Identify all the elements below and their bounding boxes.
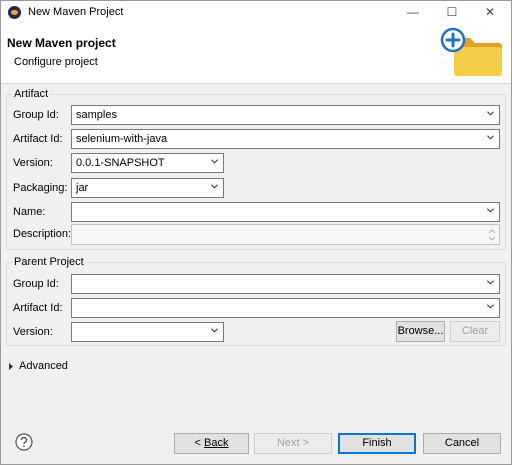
parent-version-combo[interactable] — [71, 322, 224, 342]
packaging-combo[interactable]: jar — [71, 178, 224, 198]
packaging-label: Packaging: — [13, 182, 68, 194]
expand-arrow-icon[interactable] — [8, 362, 14, 371]
scroll-arrows-icon — [488, 229, 496, 241]
version-value: 0.0.1-SNAPSHOT — [76, 157, 165, 169]
back-button[interactable]: < Back — [174, 433, 249, 454]
name-combo[interactable] — [71, 202, 500, 222]
help-icon[interactable] — [15, 433, 33, 451]
group-id-label: Group Id: — [13, 109, 59, 121]
parent-artifact-id-combo[interactable] — [71, 298, 500, 318]
parent-group-id-combo[interactable] — [71, 274, 500, 294]
parent-version-label: Version: — [13, 326, 53, 338]
page-subtitle: Configure project — [14, 56, 98, 68]
browse-button[interactable]: Browse... — [396, 321, 445, 342]
chevron-down-icon — [487, 111, 494, 116]
group-id-combo[interactable]: samples — [71, 105, 500, 125]
cancel-button[interactable]: Cancel — [423, 433, 501, 454]
maximize-button[interactable]: ☐ — [437, 2, 467, 22]
window-title: New Maven Project — [28, 6, 124, 18]
chevron-down-icon — [487, 208, 494, 213]
artifact-id-label: Artifact Id: — [13, 133, 63, 145]
description-textarea[interactable] — [71, 224, 500, 245]
minimize-button[interactable]: — — [398, 2, 428, 22]
clear-button[interactable]: Clear — [450, 321, 500, 342]
chevron-down-icon — [211, 159, 218, 164]
chevron-down-icon — [211, 184, 218, 189]
eclipse-app-icon — [8, 6, 21, 19]
description-label: Description: — [13, 228, 72, 240]
artifact-group-label: Artifact — [12, 88, 51, 100]
page-title: New Maven project — [7, 36, 116, 50]
parent-artifact-id-label: Artifact Id: — [13, 302, 63, 314]
next-label: Next — [276, 437, 300, 449]
chevron-down-icon — [487, 280, 494, 285]
version-combo[interactable]: 0.0.1-SNAPSHOT — [71, 153, 224, 173]
chevron-down-icon — [487, 135, 494, 140]
parent-group-id-label: Group Id: — [13, 278, 59, 290]
advanced-label: Advanced — [19, 360, 68, 372]
back-label: Back — [204, 437, 229, 449]
finish-button[interactable]: Finish — [338, 433, 416, 454]
folder-add-icon — [438, 26, 504, 78]
wizard-header — [1, 24, 511, 84]
group-id-value: samples — [76, 109, 117, 121]
name-label: Name: — [13, 206, 46, 218]
close-button[interactable]: ✕ — [475, 2, 505, 22]
chevron-down-icon — [487, 304, 494, 309]
packaging-value: jar — [76, 182, 89, 194]
artifact-id-value: selenium-with-java — [76, 133, 168, 145]
advanced-section-toggle[interactable]: Advanced — [19, 360, 68, 372]
parent-project-group-label: Parent Project — [12, 256, 86, 268]
chevron-down-icon — [211, 328, 218, 333]
next-button[interactable]: Next > — [254, 433, 332, 454]
artifact-id-combo[interactable]: selenium-with-java — [71, 129, 500, 149]
version-label: Version: — [13, 157, 53, 169]
